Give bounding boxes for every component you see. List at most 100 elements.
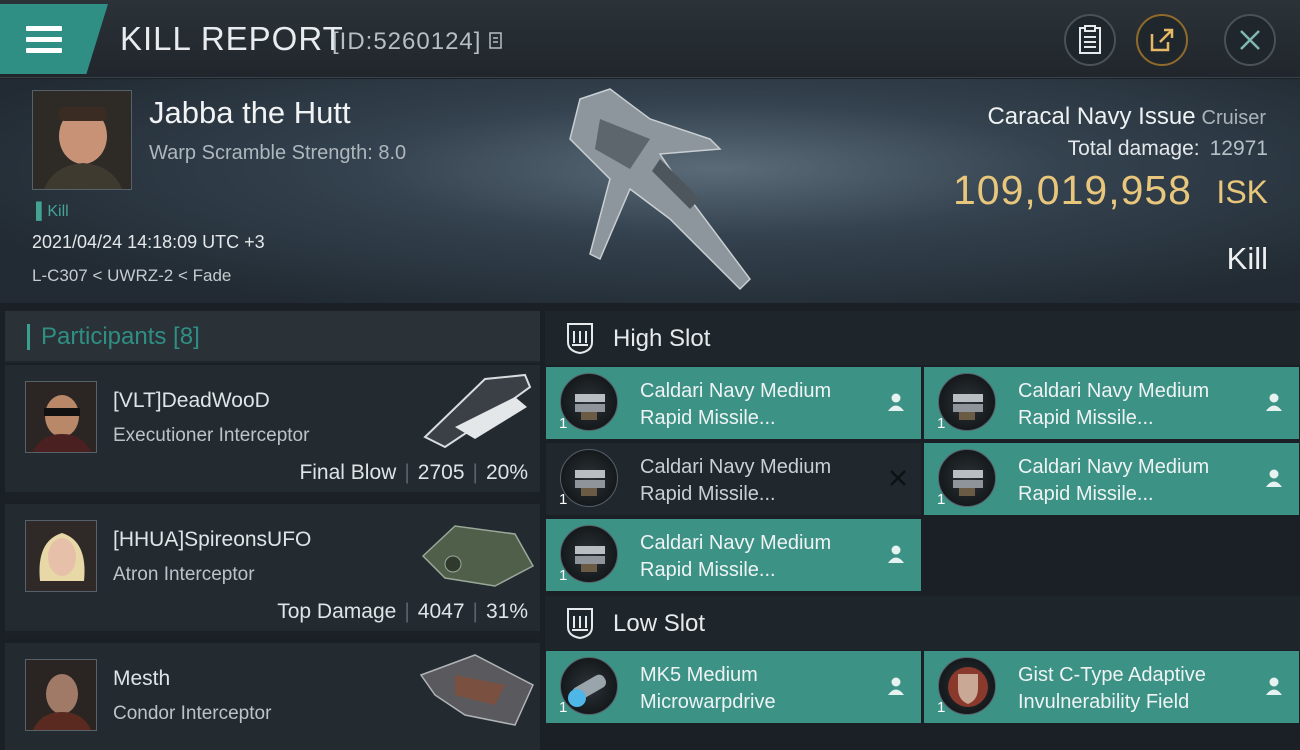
participants-header[interactable]: Participants [8] (5, 311, 540, 363)
participant-stats: Final Blow | 2705 | 20% (299, 461, 528, 484)
participant-ship: Atron Interceptor (113, 564, 255, 585)
participant-role: Top Damage (277, 600, 397, 623)
module-name-line1: Caldari Navy Medium (640, 456, 832, 478)
victim-ship-image (569, 88, 751, 291)
copy-icon[interactable] (488, 31, 504, 51)
warp-scramble-strength: Warp Scramble Strength: 8.0 (149, 142, 407, 164)
module-name: Caldari Navy Medium Rapid Missile... (640, 378, 870, 432)
module-name: Caldari Navy Medium Rapid Missile... (1018, 454, 1248, 508)
participant-name: Mesth (113, 667, 171, 690)
participant-name: [VLT]DeadWooD (113, 389, 270, 412)
module-name-line2: Invulnerability Field (1018, 691, 1190, 713)
header-accent-bar (27, 324, 30, 350)
close-button[interactable] (1224, 14, 1276, 66)
ship-name-text: Caracal Navy Issue (987, 103, 1196, 130)
share-icon (1150, 28, 1174, 52)
high-slot-icon (567, 323, 593, 355)
module-card[interactable]: 1 MK5 Medium Microwarpdrive (546, 651, 921, 723)
victim-portrait[interactable] (32, 90, 132, 190)
module-card[interactable]: 1 Caldari Navy Medium Rapid Missile... (546, 367, 921, 439)
kill-report-header: KILL REPORT [ID:5260124] (0, 0, 1300, 78)
participant-ship-image (419, 654, 534, 726)
kill-result: Kill (1226, 241, 1268, 276)
low-slot-icon (567, 608, 593, 640)
module-quantity: 1 (937, 699, 946, 716)
low-slot-header: Low Slot (545, 596, 1300, 650)
participants-label: Participants [8] (41, 323, 200, 350)
module-name-line2: Rapid Missile... (640, 407, 776, 429)
module-name: Caldari Navy Medium Rapid Missile... (640, 530, 870, 584)
module-name-line1: Gist C-Type Adaptive (1018, 664, 1206, 686)
kill-tag: ▌Kill (36, 203, 69, 220)
missile-launcher-icon (938, 373, 996, 431)
module-name-line2: Rapid Missile... (1018, 483, 1154, 505)
module-name: Caldari Navy Medium Rapid Missile... (1018, 378, 1248, 432)
module-name-line2: Rapid Missile... (640, 559, 776, 581)
module-card[interactable]: 1 Caldari Navy Medium Rapid Missile... (924, 367, 1299, 439)
participant-role: Final Blow (299, 461, 397, 484)
participant-ship: Condor Interceptor (113, 703, 272, 724)
participant-avatar (25, 381, 97, 453)
microwarpdrive-icon (560, 657, 618, 715)
missile-launcher-icon (560, 373, 618, 431)
victim-name: Jabba the Hutt (149, 95, 351, 130)
dropped-icon (888, 545, 904, 563)
menu-button[interactable] (0, 4, 108, 74)
dropped-icon (1266, 469, 1282, 487)
page-title: KILL REPORT (120, 20, 344, 57)
kill-location[interactable]: L-C307 < UWRZ-2 < Fade (32, 266, 231, 286)
total-damage-label: Total damage: (1067, 137, 1200, 160)
share-button[interactable] (1136, 14, 1188, 66)
missile-launcher-icon (560, 525, 618, 583)
module-card[interactable]: 1 Caldari Navy Medium Rapid Missile... (546, 443, 921, 515)
participant-percent: 20% (485, 461, 528, 484)
clipboard-icon (1079, 25, 1101, 54)
destroyed-icon (890, 470, 906, 486)
module-quantity: 1 (937, 415, 946, 432)
module-name: Gist C-Type Adaptive Invulnerability Fiel… (1018, 662, 1248, 716)
module-card[interactable]: 1 Caldari Navy Medium Rapid Missile... (546, 519, 921, 591)
participant-avatar (25, 520, 97, 592)
dropped-icon (888, 677, 904, 695)
module-name-line2: Rapid Missile... (1018, 407, 1154, 429)
module-quantity: 1 (559, 491, 568, 508)
total-damage-value: 12971 (1209, 137, 1268, 160)
dropped-icon (1266, 677, 1282, 695)
module-name: MK5 Medium Microwarpdrive (640, 662, 870, 716)
participant-avatar (25, 659, 97, 731)
high-slot-label: High Slot (613, 325, 711, 352)
total-damage: Total damage: 12971 (1068, 137, 1268, 161)
isk-unit: ISK (1216, 174, 1268, 210)
participant-damage: 4047 (417, 600, 465, 623)
isk-value: 109,019,958 (952, 167, 1192, 213)
module-name-line1: Caldari Navy Medium (640, 532, 832, 554)
ship-class: Cruiser (1201, 107, 1266, 129)
report-id: [ID:5260124] (332, 28, 482, 55)
module-name-line1: Caldari Navy Medium (1018, 380, 1210, 402)
victim-banner: Jabba the Hutt Warp Scramble Strength: 8… (0, 79, 1300, 303)
module-card[interactable]: 1 Caldari Navy Medium Rapid Missile... (924, 443, 1299, 515)
module-name-line1: MK5 Medium (640, 664, 758, 686)
module-quantity: 1 (559, 567, 568, 584)
participant-percent: 31% (485, 600, 528, 623)
participant-row[interactable]: Mesth Condor Interceptor (5, 643, 540, 750)
module-quantity: 1 (559, 699, 568, 716)
missile-launcher-icon (938, 449, 996, 507)
kill-tag-label: Kill (47, 203, 69, 220)
module-name-line1: Caldari Navy Medium (640, 380, 832, 402)
dropped-icon (1266, 393, 1282, 411)
portrait-image (33, 91, 131, 189)
participant-ship: Executioner Interceptor (113, 425, 310, 446)
module-name: Caldari Navy Medium Rapid Missile... (640, 454, 870, 508)
high-slot-header: High Slot (545, 311, 1300, 365)
module-card[interactable]: 1 Gist C-Type Adaptive Invulnerability Fi… (924, 651, 1299, 723)
module-name-line2: Microwarpdrive (640, 691, 776, 713)
participant-damage: 2705 (417, 461, 465, 484)
hamburger-icon (26, 26, 62, 54)
clipboard-button[interactable] (1064, 14, 1116, 66)
participant-ship-image (423, 373, 532, 449)
kill-date: 2021/04/24 14:18:09 UTC +3 (32, 232, 265, 252)
participant-row[interactable]: [HHUA]SpireonsUFO Atron Interceptor Top … (5, 504, 540, 637)
participant-row[interactable]: [VLT]DeadWooD Executioner Interceptor Fi… (5, 365, 540, 498)
participant-stats: Top Damage | 4047 | 31% (277, 600, 528, 623)
